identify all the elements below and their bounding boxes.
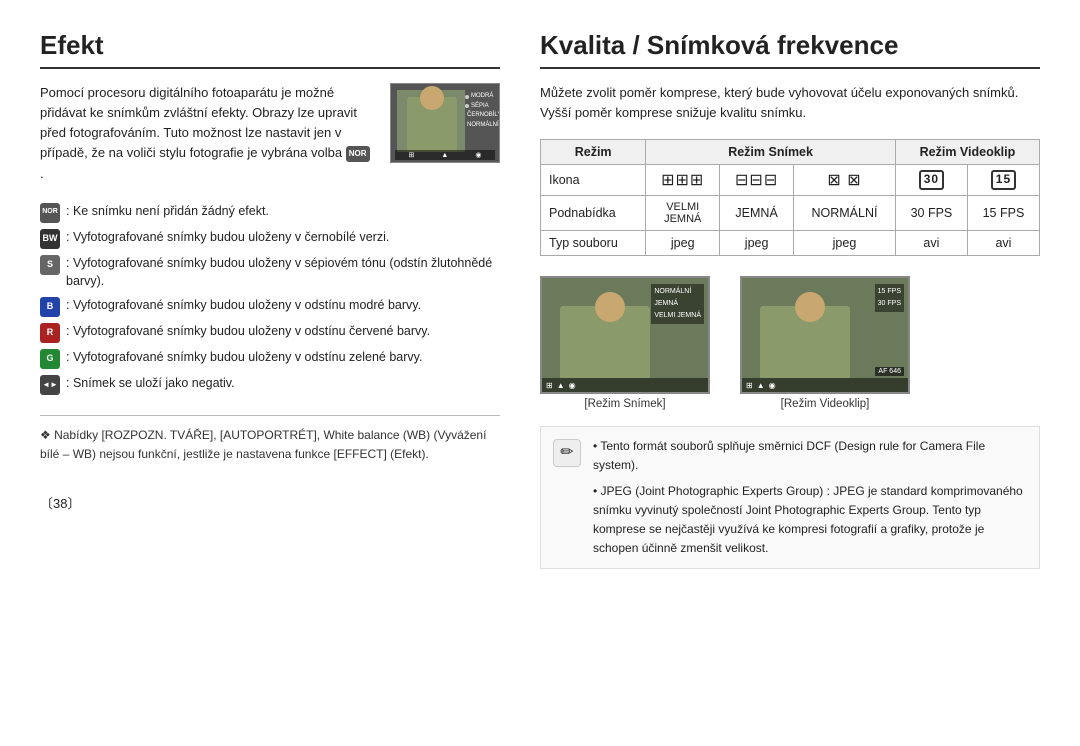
note-line-2: • JPEG (Joint Photographic Experts Group… xyxy=(593,482,1027,559)
snimek-menu: NORMÁLNÍJEMNÁVELMI JEMNÁ xyxy=(651,284,704,324)
note-block: ❖ Nabídky [ROZPOZN. TVÁŘE], [AUTOPORTRÉT… xyxy=(40,415,500,463)
right-intro: Můžete zvolit poměr komprese, který bude… xyxy=(540,83,1040,123)
right-title: Kvalita / Snímková frekvence xyxy=(540,30,1040,69)
thumb-person-head xyxy=(420,86,444,110)
effect-g-text: : Vyfotografované snímky budou uloženy v… xyxy=(66,348,422,367)
sub-cell-4: 30 FPS xyxy=(895,196,967,231)
notes-right: ✏ • Tento formát souborů splňuje směrnic… xyxy=(540,426,1040,569)
effect-item-neg: ◄► : Snímek se uloží jako negativ. xyxy=(40,374,500,395)
left-title: Efekt xyxy=(40,30,500,69)
thumb-screen xyxy=(397,90,465,152)
thumb-icon2: ▲ xyxy=(441,152,448,159)
thumb-videoklip-block: 15 FPS30 FPS AF 646 ⊞ ▲ ◉ [Režim Videokl… xyxy=(740,276,910,410)
row-sub-label: Podnabídka xyxy=(541,196,646,231)
camera-thumbnail: MODRÁ SÉPIA ČERNOBÍLÝ NORMÁLNÍ ⊞ ▲ ◉ xyxy=(390,83,500,163)
note-symbol: ❖ xyxy=(40,428,54,442)
thumb-videoklip-label: [Režim Videoklip] xyxy=(781,398,870,410)
col-header-mode: Režim xyxy=(541,140,646,165)
icon-cell-1: ⊞⊞⊞ xyxy=(646,165,720,196)
bottom-icon-circle2: ◉ xyxy=(769,381,776,390)
icon-num-30: 30 xyxy=(919,170,944,190)
thumbs-row: NORMÁLNÍJEMNÁVELMI JEMNÁ ⊞ ▲ ◉ [Režim Sn… xyxy=(540,276,1040,410)
col-header-rezim-snimek: Režim Snímek xyxy=(646,140,896,165)
badge-g: G xyxy=(40,349,60,369)
cam-screen-videoklip: 15 FPS30 FPS AF 646 ⊞ ▲ ◉ xyxy=(740,276,910,394)
intro-text: Pomocí procesoru digitálního fotoaparátu… xyxy=(40,83,376,184)
bottom-icon-arrow2: ▲ xyxy=(757,381,765,390)
thumb-menu: MODRÁ SÉPIA ČERNOBÍLÝ NORMÁLNÍ xyxy=(465,92,495,130)
badge-s: S xyxy=(40,255,60,275)
thumb-snimek-block: NORMÁLNÍJEMNÁVELMI JEMNÁ ⊞ ▲ ◉ [Režim Sn… xyxy=(540,276,710,410)
effect-nor-text: : Ke snímku není přidán žádný efekt. xyxy=(66,202,269,221)
effect-item-s: S : Vyfotografované snímky budou uloženy… xyxy=(40,254,500,292)
right-column: Kvalita / Snímková frekvence Můžete zvol… xyxy=(540,30,1040,569)
menu-dot xyxy=(465,104,469,108)
badge-bw: BW xyxy=(40,229,60,249)
file-cell-1: jpeg xyxy=(646,231,720,256)
snimek-bottom-icons: ⊞ ▲ ◉ xyxy=(546,381,576,390)
videoklip-menu: 15 FPS30 FPS xyxy=(875,284,904,312)
file-cell-2: jpeg xyxy=(720,231,794,256)
file-cell-5: avi xyxy=(967,231,1039,256)
icon-cell-3: ⊠ ⊠ xyxy=(794,165,896,196)
sub-cell-2: JEMNÁ xyxy=(720,196,794,231)
table-row-file: Typ souboru jpeg jpeg jpeg avi avi xyxy=(541,231,1040,256)
effect-item-b: B : Vyfotografované snímky budou uloženy… xyxy=(40,296,500,317)
badge-neg: ◄► xyxy=(40,375,60,395)
snimek-bottom-bar: ⊞ ▲ ◉ xyxy=(542,378,708,392)
badge-b: B xyxy=(40,297,60,317)
page-number: 〔38〕 xyxy=(40,493,500,512)
videoklip-bottom-icons: ⊞ ▲ ◉ xyxy=(746,381,776,390)
effect-neg-text: : Snímek se uloží jako negativ. xyxy=(66,374,235,393)
intro-paragraph: Pomocí procesoru digitálního fotoaparátu… xyxy=(40,85,376,181)
effect-items-list: NOR : Ke snímku není přidán žádný efekt.… xyxy=(40,202,500,396)
af-badge: AF 646 xyxy=(875,367,904,376)
effect-item-r: R : Vyfotografované snímky budou uloženy… xyxy=(40,322,500,343)
notes-icon: ✏ xyxy=(553,439,581,467)
icon-cell-4: 30 xyxy=(895,165,967,196)
page-layout: Efekt Pomocí procesoru digitálního fotoa… xyxy=(40,30,1040,569)
bottom-icon-grid2: ⊞ xyxy=(746,381,753,390)
sub-cell-1: VELMIJEMNÁ xyxy=(646,196,720,231)
effect-item-g: G : Vyfotografované snímky budou uloženy… xyxy=(40,348,500,369)
sub-cell-5: 15 FPS xyxy=(967,196,1039,231)
menu-dot xyxy=(465,95,469,99)
table-row-icon: Ikona ⊞⊞⊞ ⊟⊟⊟ ⊠ ⊠ 30 15 xyxy=(541,165,1040,196)
effect-item-bw: BW : Vyfotografované snímky budou uložen… xyxy=(40,228,500,249)
icon-cell-2: ⊟⊟⊟ xyxy=(720,165,794,196)
icon-num-15: 15 xyxy=(991,170,1016,190)
bottom-icon-circle: ◉ xyxy=(569,381,576,390)
note-text: Nabídky [ROZPOZN. TVÁŘE], [AUTOPORTRÉT],… xyxy=(40,428,486,461)
badge-nor: NOR xyxy=(40,203,60,223)
cam-screen-snimek: NORMÁLNÍJEMNÁVELMI JEMNÁ ⊞ ▲ ◉ xyxy=(540,276,710,394)
file-cell-4: avi xyxy=(895,231,967,256)
effect-bw-text: : Vyfotografované snímky budou uloženy v… xyxy=(66,228,389,247)
row-file-label: Typ souboru xyxy=(541,231,646,256)
quality-table: Režim Režim Snímek Režim Videoklip Ikona… xyxy=(540,139,1040,256)
badge-r: R xyxy=(40,323,60,343)
notes-text: • Tento formát souborů splňuje směrnici … xyxy=(593,437,1027,558)
thumb-icon3: ◉ xyxy=(475,151,481,159)
thumb-bottom-bar: ⊞ ▲ ◉ xyxy=(395,150,495,160)
effect-r-text: : Vyfotografované snímky budou uloženy v… xyxy=(66,322,430,341)
col-header-rezim-videoklip: Režim Videoklip xyxy=(895,140,1039,165)
left-column: Efekt Pomocí procesoru digitálního fotoa… xyxy=(40,30,500,569)
thumb-icon1: ⊞ xyxy=(409,151,415,159)
file-cell-3: jpeg xyxy=(794,231,896,256)
effect-s-text: : Vyfotografované snímky budou uloženy v… xyxy=(66,254,500,292)
table-row-sub: Podnabídka VELMIJEMNÁ JEMNÁ NORMÁLNÍ 30 … xyxy=(541,196,1040,231)
videoklip-bottom-bar: ⊞ ▲ ◉ xyxy=(742,378,908,392)
note-line-1: • Tento formát souborů splňuje směrnici … xyxy=(593,437,1027,475)
row-icon-label: Ikona xyxy=(541,165,646,196)
effect-item-nor: NOR : Ke snímku není přidán žádný efekt. xyxy=(40,202,500,223)
icon-cell-5: 15 xyxy=(967,165,1039,196)
bottom-icon-arrow: ▲ xyxy=(557,381,565,390)
bottom-icon-grid: ⊞ xyxy=(546,381,553,390)
nor-inline-badge: NOR xyxy=(346,146,370,162)
thumb-snimek-label: [Režim Snímek] xyxy=(584,398,665,410)
sub-cell-3: NORMÁLNÍ xyxy=(794,196,896,231)
effect-b-text: : Vyfotografované snímky budou uloženy v… xyxy=(66,296,421,315)
intro-block: Pomocí procesoru digitálního fotoaparátu… xyxy=(40,83,500,184)
